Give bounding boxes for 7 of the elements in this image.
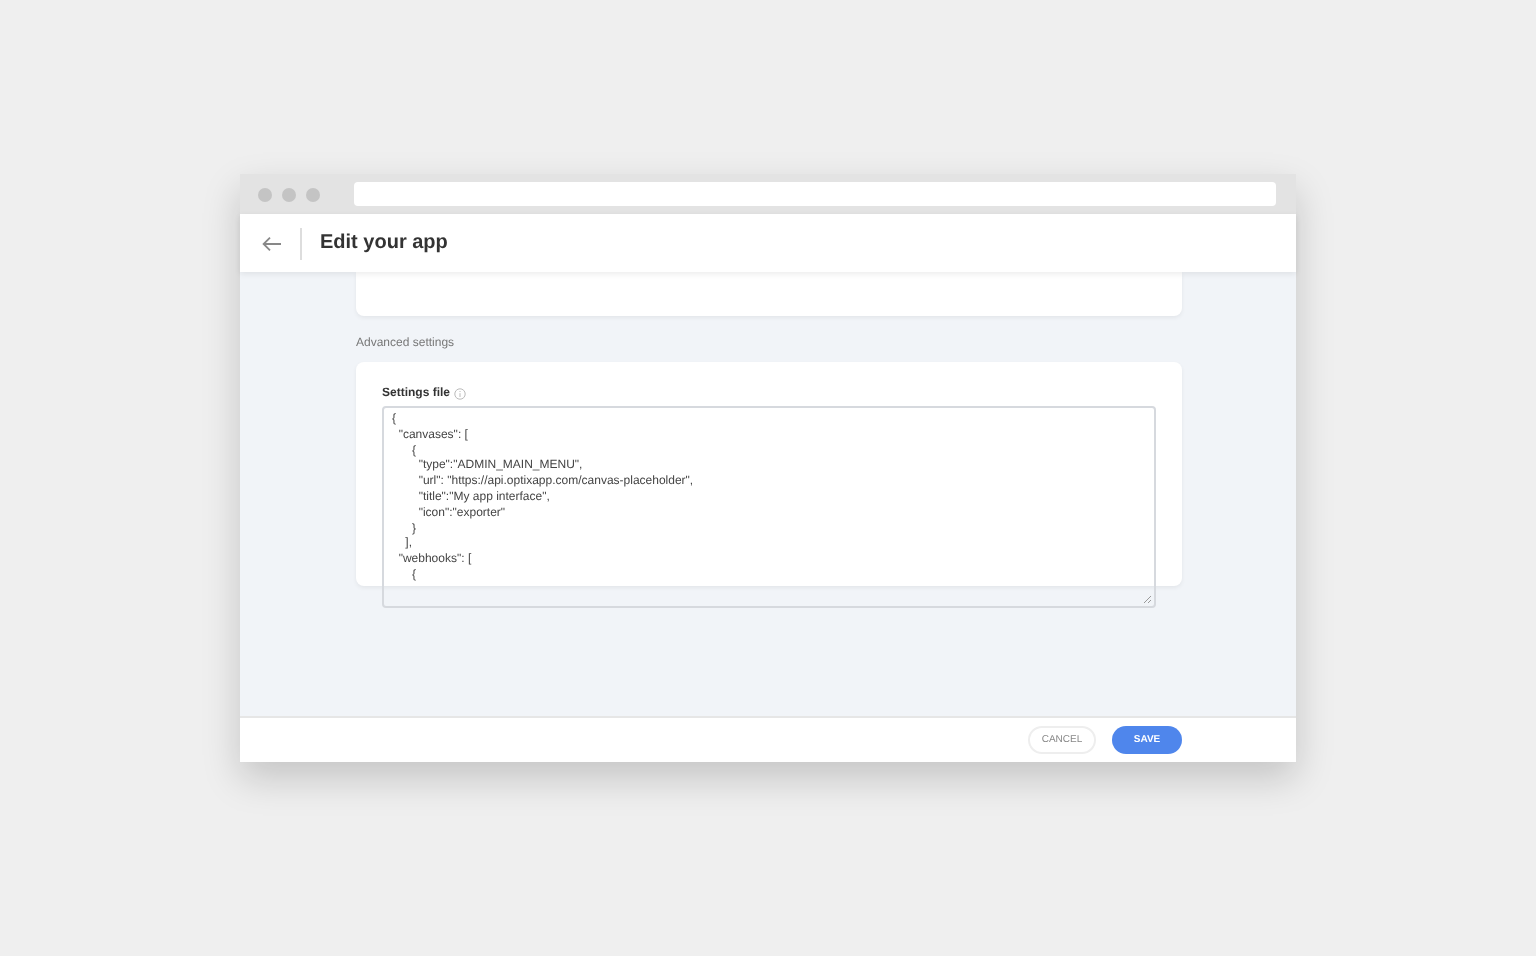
window-dot: [282, 187, 296, 201]
info-icon[interactable]: [454, 388, 467, 400]
resize-grip-icon[interactable]: [1142, 594, 1152, 604]
window-dot: [306, 187, 320, 201]
window-dot: [258, 187, 272, 201]
back-arrow-icon[interactable]: [262, 235, 282, 251]
page-title: Edit your app: [320, 232, 448, 254]
